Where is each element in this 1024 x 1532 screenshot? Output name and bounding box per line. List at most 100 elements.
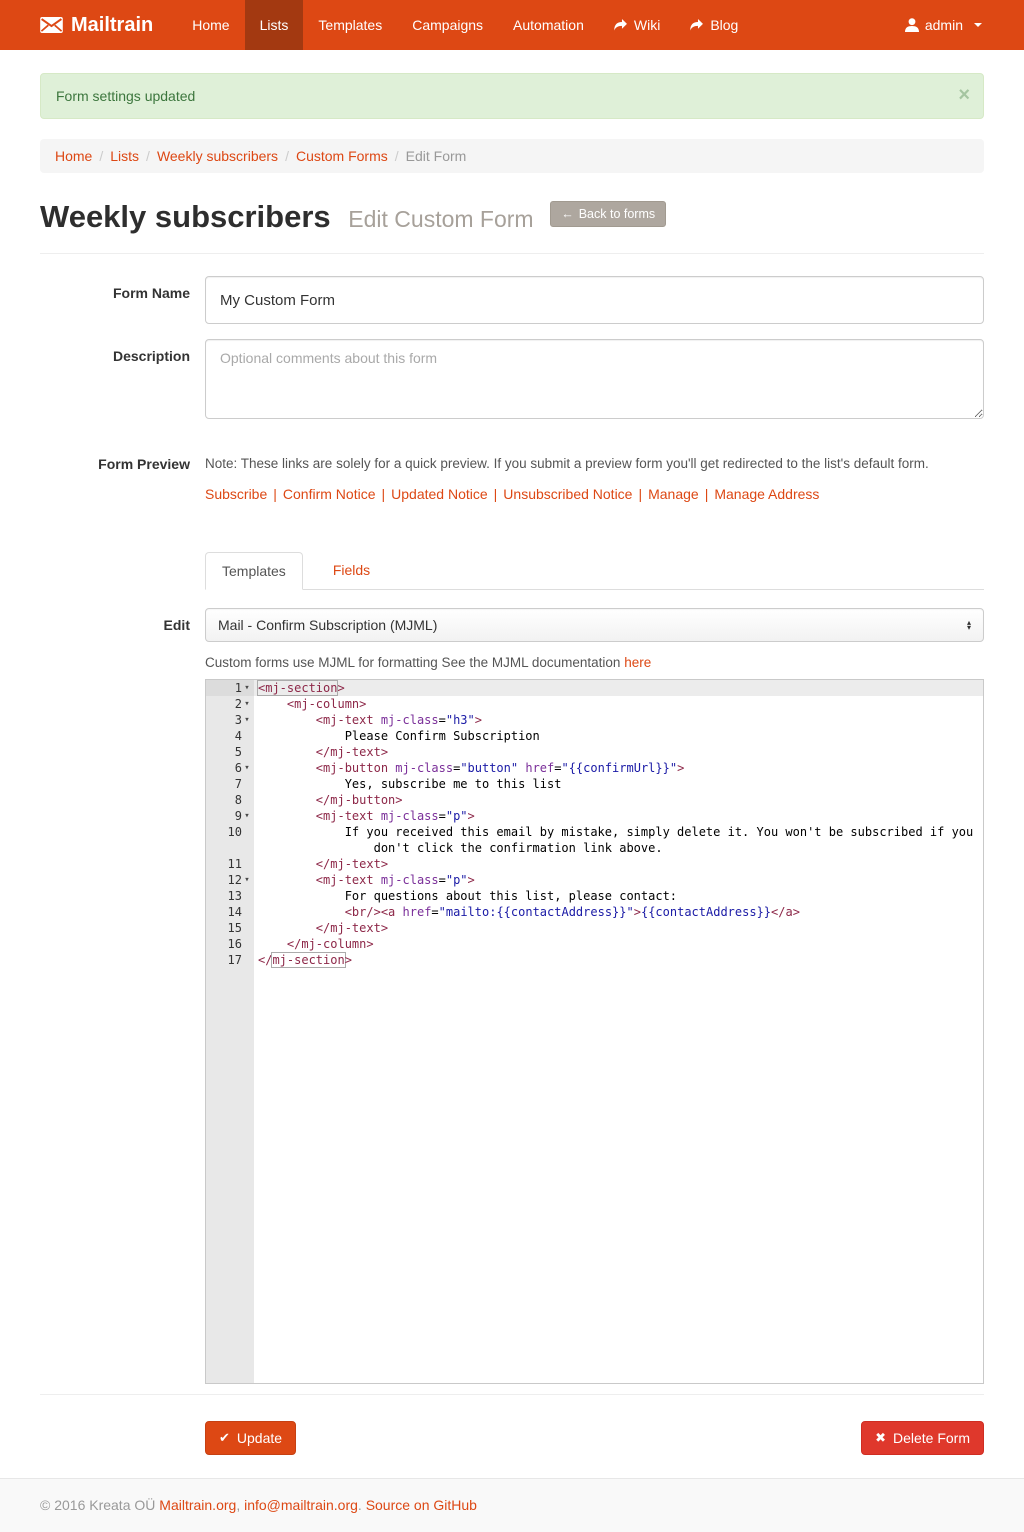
nav-item-home[interactable]: Home (177, 0, 244, 50)
code-text: If you received this email by mistake, s… (254, 824, 983, 840)
template-select[interactable]: Mail - Confirm Subscription (MJML) ▴▾ (205, 608, 984, 642)
gutter-cell: 2▾ (206, 696, 254, 712)
success-alert: Form settings updated × (40, 73, 984, 119)
code-text: don't click the confirmation link above. (254, 840, 983, 856)
code-line: 13 For questions about this list, please… (206, 888, 983, 904)
breadcrumb-separator: / (99, 148, 103, 164)
alert-close-button[interactable]: × (956, 83, 972, 107)
description-label: Description (40, 339, 190, 422)
footer-link[interactable]: Source on GitHub (366, 1497, 477, 1513)
nav-item-blog[interactable]: Blog (675, 0, 753, 50)
gutter-cell: 7 (206, 776, 254, 792)
code-line: 12▾ <mj-text mj-class="p"> (206, 872, 983, 888)
link-separator: | (273, 486, 277, 502)
nav-item-label: Blog (710, 17, 738, 33)
nav-item-automation[interactable]: Automation (498, 0, 599, 50)
editor-lines: 1▾<mj-section>2▾ <mj-column>3▾ <mj-text … (206, 680, 983, 968)
template-select-value: Mail - Confirm Subscription (MJML) (218, 617, 437, 633)
gutter-cell: 13 (206, 888, 254, 904)
code-text: <mj-text mj-class="p"> (254, 872, 983, 888)
brand-logo[interactable]: Mailtrain (40, 0, 153, 50)
footer-copyright: © 2016 Kreata OÜ (40, 1497, 159, 1513)
preview-link-subscribe[interactable]: Subscribe (205, 486, 267, 502)
code-text: <mj-text mj-class="p"> (254, 808, 983, 824)
line-number: 7 (235, 776, 242, 792)
user-menu[interactable]: admin (903, 0, 984, 50)
fold-icon: ▾ (242, 760, 252, 776)
fold-icon: ▾ (242, 680, 252, 696)
line-number: 5 (235, 744, 242, 760)
line-number: 2 (235, 696, 242, 712)
code-line: 11 </mj-text> (206, 856, 983, 872)
nav-item-wiki[interactable]: Wiki (599, 0, 675, 50)
breadcrumb-link[interactable]: Custom Forms (296, 148, 388, 164)
breadcrumb-link[interactable]: Lists (110, 148, 139, 164)
footer-copyright: . (358, 1497, 366, 1513)
code-text: </mj-button> (254, 792, 983, 808)
gutter-cell: 11 (206, 856, 254, 872)
code-text: Please Confirm Subscription (254, 728, 983, 744)
nav-item-templates[interactable]: Templates (303, 0, 397, 50)
gutter-cell: 16 (206, 936, 254, 952)
arrow-left-icon: ← (561, 207, 574, 221)
line-number: 11 (228, 856, 242, 872)
gutter-cell: 14 (206, 904, 254, 920)
line-number: 8 (235, 792, 242, 808)
footer-link[interactable]: Mailtrain.org (159, 1497, 236, 1513)
code-line: 8 </mj-button> (206, 792, 983, 808)
page-header: Weekly subscribers Edit Custom Form ← Ba… (40, 199, 984, 254)
link-separator: | (494, 486, 498, 502)
update-button[interactable]: ✔ Update (205, 1421, 296, 1455)
footer-copyright: , (236, 1497, 244, 1513)
user-icon (905, 18, 919, 32)
tab-fields[interactable]: Fields (317, 552, 386, 589)
preview-link-manage-address[interactable]: Manage Address (714, 486, 819, 502)
breadcrumb-link[interactable]: Weekly subscribers (157, 148, 278, 164)
update-button-label: Update (237, 1430, 282, 1446)
gutter-cell: 9▾ (206, 808, 254, 824)
preview-note: Note: These links are solely for a quick… (205, 447, 984, 471)
code-text: <mj-column> (254, 696, 983, 712)
mjml-help-text: Custom forms use MJML for formatting See… (205, 655, 620, 670)
preview-link-confirm-notice[interactable]: Confirm Notice (283, 486, 376, 502)
breadcrumb-link[interactable]: Home (55, 148, 92, 164)
line-number: 6 (235, 760, 242, 776)
breadcrumb-separator: / (395, 148, 399, 164)
footer: © 2016 Kreata OÜ Mailtrain.org, info@mai… (0, 1478, 1024, 1532)
nav-item-label: Templates (318, 17, 382, 33)
form-name-label: Form Name (40, 276, 190, 324)
nav-item-lists[interactable]: Lists (245, 0, 304, 50)
breadcrumb-separator: / (146, 148, 150, 164)
nav-item-campaigns[interactable]: Campaigns (397, 0, 498, 50)
description-textarea[interactable] (205, 339, 984, 419)
code-text: For questions about this list, please co… (254, 888, 983, 904)
tab-bar: Templates Fields (205, 552, 984, 590)
line-number: 4 (235, 728, 242, 744)
envelope-icon (40, 17, 63, 33)
line-number: 10 (228, 824, 242, 840)
preview-link-manage[interactable]: Manage (648, 486, 699, 502)
nav-item-label: Lists (260, 17, 289, 33)
gutter-cell: 10 (206, 824, 254, 840)
line-number: 16 (228, 936, 242, 952)
code-text: </mj-text> (254, 744, 983, 760)
link-separator: | (638, 486, 642, 502)
form-name-input[interactable] (205, 276, 984, 324)
footer-link[interactable]: info@mailtrain.org (244, 1497, 358, 1513)
code-line: don't click the confirmation link above. (206, 840, 983, 856)
code-text: <mj-section> (254, 680, 983, 696)
edit-label: Edit (40, 608, 190, 1384)
mjml-code-editor[interactable]: 1▾<mj-section>2▾ <mj-column>3▾ <mj-text … (205, 679, 984, 1384)
chevron-down-icon (974, 23, 982, 27)
gutter-cell: 15 (206, 920, 254, 936)
back-to-forms-button[interactable]: ← Back to forms (550, 201, 666, 227)
delete-form-button[interactable]: ✖ Delete Form (861, 1421, 984, 1455)
line-number: 3 (235, 712, 242, 728)
divider (40, 1394, 984, 1395)
preview-link-unsubscribed-notice[interactable]: Unsubscribed Notice (503, 486, 632, 502)
mjml-docs-link[interactable]: here (624, 655, 651, 670)
line-number: 9 (235, 808, 242, 824)
preview-link-updated-notice[interactable]: Updated Notice (391, 486, 488, 502)
tab-templates[interactable]: Templates (205, 552, 303, 590)
breadcrumb-current: Edit Form (406, 148, 467, 164)
